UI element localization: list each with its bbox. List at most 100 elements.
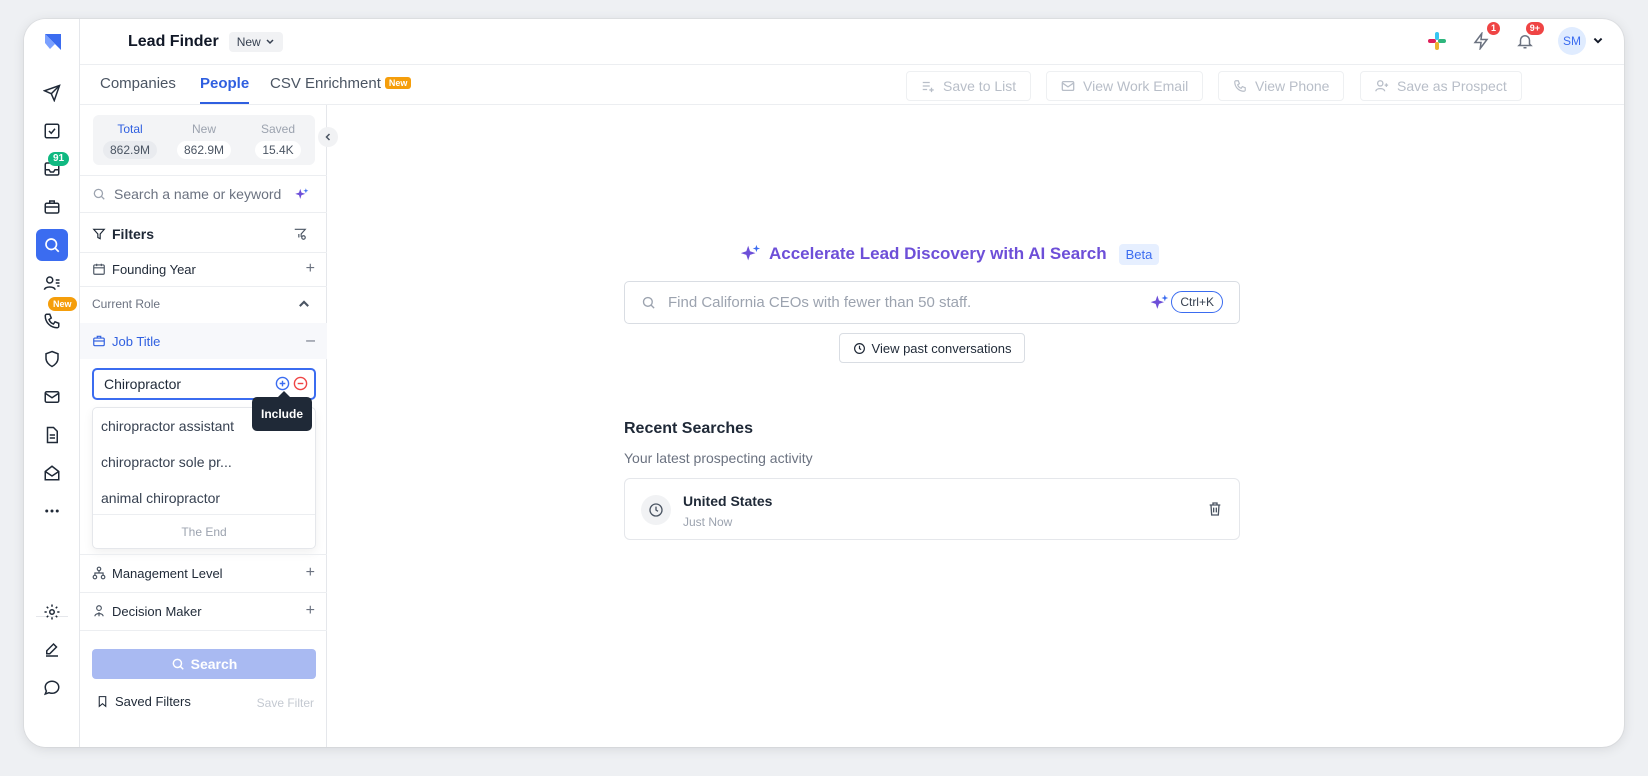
rail-feedback[interactable] [36, 634, 68, 666]
ai-search-input[interactable] [668, 294, 1128, 311]
rail-lead-finder[interactable] [36, 229, 68, 261]
stat-saved-label: Saved [260, 122, 296, 136]
save-to-list-button[interactable]: Save to List [906, 71, 1032, 101]
suggestion-item[interactable]: animal chiropractor [101, 490, 220, 506]
tab-people[interactable]: People [200, 75, 250, 104]
save-as-prospect-button[interactable]: Save as Prospect [1360, 71, 1522, 101]
rail-email[interactable] [36, 381, 68, 413]
rail-settings[interactable] [36, 596, 68, 628]
save-to-list-label: Save to List [943, 78, 1017, 94]
left-rail: 91 New [24, 19, 80, 747]
stats-switcher: Total 862.9M New 862.9M Saved 15.4K [93, 115, 315, 165]
rail-security[interactable] [36, 343, 68, 375]
founding-year-label: Founding Year [112, 261, 196, 277]
beta-badge: Beta [1118, 243, 1160, 265]
tab-csv-enrichment-label: CSV Enrichment [270, 75, 381, 92]
shortcut-hint: Ctrl+K [1171, 291, 1223, 313]
keyword-search-input[interactable] [114, 186, 294, 202]
filter-panel: Total 862.9M New 862.9M Saved 15.4K Filt… [80, 105, 338, 747]
filter-job-title[interactable]: Job Title – [80, 323, 327, 359]
rail-tasks[interactable] [36, 115, 68, 147]
save-as-prospect-label: Save as Prospect [1397, 78, 1507, 94]
chat-bubble-icon [43, 680, 60, 696]
exclude-minus-icon[interactable] [293, 376, 308, 391]
briefcase-icon [44, 200, 60, 214]
search-icon [172, 658, 184, 670]
current-role-label: Current Role [92, 297, 161, 311]
sparkle-icon[interactable] [294, 187, 309, 202]
avatar: SM [1558, 27, 1586, 55]
decision-maker-label: Decision Maker [112, 603, 202, 619]
suggestion-item[interactable]: chiropractor sole pr... [101, 454, 232, 470]
rail-contacts[interactable] [36, 267, 68, 299]
plus-icon: + [305, 260, 315, 277]
recent-search-time: Just Now [683, 515, 733, 529]
bell-icon[interactable]: 9+ [1514, 22, 1544, 52]
slack-icon[interactable] [1426, 30, 1448, 52]
plus-icon: + [305, 564, 315, 581]
sparkle-icon [740, 244, 761, 261]
app-logo-icon[interactable] [42, 31, 64, 53]
main-content: Accelerate Lead Discovery with AI Search… [327, 105, 1624, 747]
ai-search-title: Accelerate Lead Discovery with AI Search [769, 244, 1107, 263]
keyword-search [80, 175, 327, 213]
suggestion-item[interactable]: chiropractor assistant [101, 418, 234, 434]
saved-filters-label: Saved Filters [115, 694, 191, 709]
briefcase-icon [93, 335, 105, 347]
rail-chat[interactable] [36, 672, 68, 704]
section-current-role[interactable]: Current Role [80, 286, 327, 322]
user-add-icon [1375, 80, 1389, 92]
filter-search-icon[interactable] [293, 227, 307, 241]
view-work-email-label: View Work Email [1083, 78, 1189, 94]
filters-label: Filters [112, 226, 155, 242]
stat-new[interactable]: New 862.9M [167, 115, 241, 165]
save-filter-link[interactable]: Save Filter [257, 696, 314, 710]
stat-saved[interactable]: Saved 15.4K [241, 115, 315, 165]
stat-total[interactable]: Total 862.9M [93, 115, 167, 165]
rail-deals[interactable] [36, 191, 68, 223]
sparkle-icon [1150, 294, 1169, 309]
rail-more[interactable] [36, 495, 68, 527]
ai-search-heading: Accelerate Lead Discovery with AI Search… [739, 243, 1160, 265]
recent-search-title: United States [683, 493, 773, 509]
user-menu[interactable]: SM [1558, 27, 1604, 55]
tab-csv-enrichment[interactable]: CSV Enrichment New [270, 75, 412, 92]
view-past-conversations-button[interactable]: View past conversations [839, 333, 1025, 363]
search-button-label: Search [190, 656, 238, 672]
checkbox-icon [44, 123, 60, 139]
filters-header: Filters [80, 216, 327, 252]
stat-saved-value: 15.4K [255, 141, 301, 159]
recent-search-item[interactable]: United States Just Now [624, 478, 1240, 540]
top-right-tools: 1 9+ SM [1426, 22, 1604, 55]
saved-filters-link[interactable]: Saved Filters [96, 694, 191, 709]
filter-management-level[interactable]: Management Level + [80, 554, 327, 592]
view-work-email-button[interactable]: View Work Email [1046, 71, 1204, 101]
stat-total-value: 862.9M [102, 141, 158, 159]
send-icon [43, 84, 61, 102]
view-phone-label: View Phone [1255, 78, 1330, 94]
rail-mailbox[interactable] [36, 457, 68, 489]
include-tooltip: Include [252, 391, 312, 431]
document-icon [46, 426, 58, 444]
rail-sequences[interactable] [36, 77, 68, 109]
shield-icon [45, 350, 59, 368]
search-button[interactable]: Search [92, 649, 316, 679]
filter-decision-maker[interactable]: Decision Maker + [80, 592, 327, 630]
include-plus-icon[interactable] [275, 376, 290, 391]
filter-founding-year[interactable]: Founding Year + [80, 252, 327, 286]
lightning-badge: 1 [1486, 22, 1500, 35]
lightning-icon[interactable]: 1 [1470, 22, 1500, 52]
view-phone-button[interactable]: View Phone [1218, 71, 1345, 101]
clock-icon [641, 495, 671, 525]
inbox-badge: 91 [48, 152, 70, 166]
job-title-input[interactable] [104, 376, 264, 392]
mail-icon [1061, 80, 1075, 92]
ai-search-box: Ctrl+K [624, 281, 1240, 324]
tab-companies[interactable]: Companies [100, 75, 176, 92]
minus-icon: – [306, 332, 315, 349]
trash-icon[interactable] [1207, 501, 1223, 517]
rail-documents[interactable] [36, 419, 68, 451]
view-dropdown[interactable]: New [228, 31, 283, 52]
stat-new-value: 862.9M [176, 141, 232, 159]
bookmark-icon [98, 696, 107, 708]
